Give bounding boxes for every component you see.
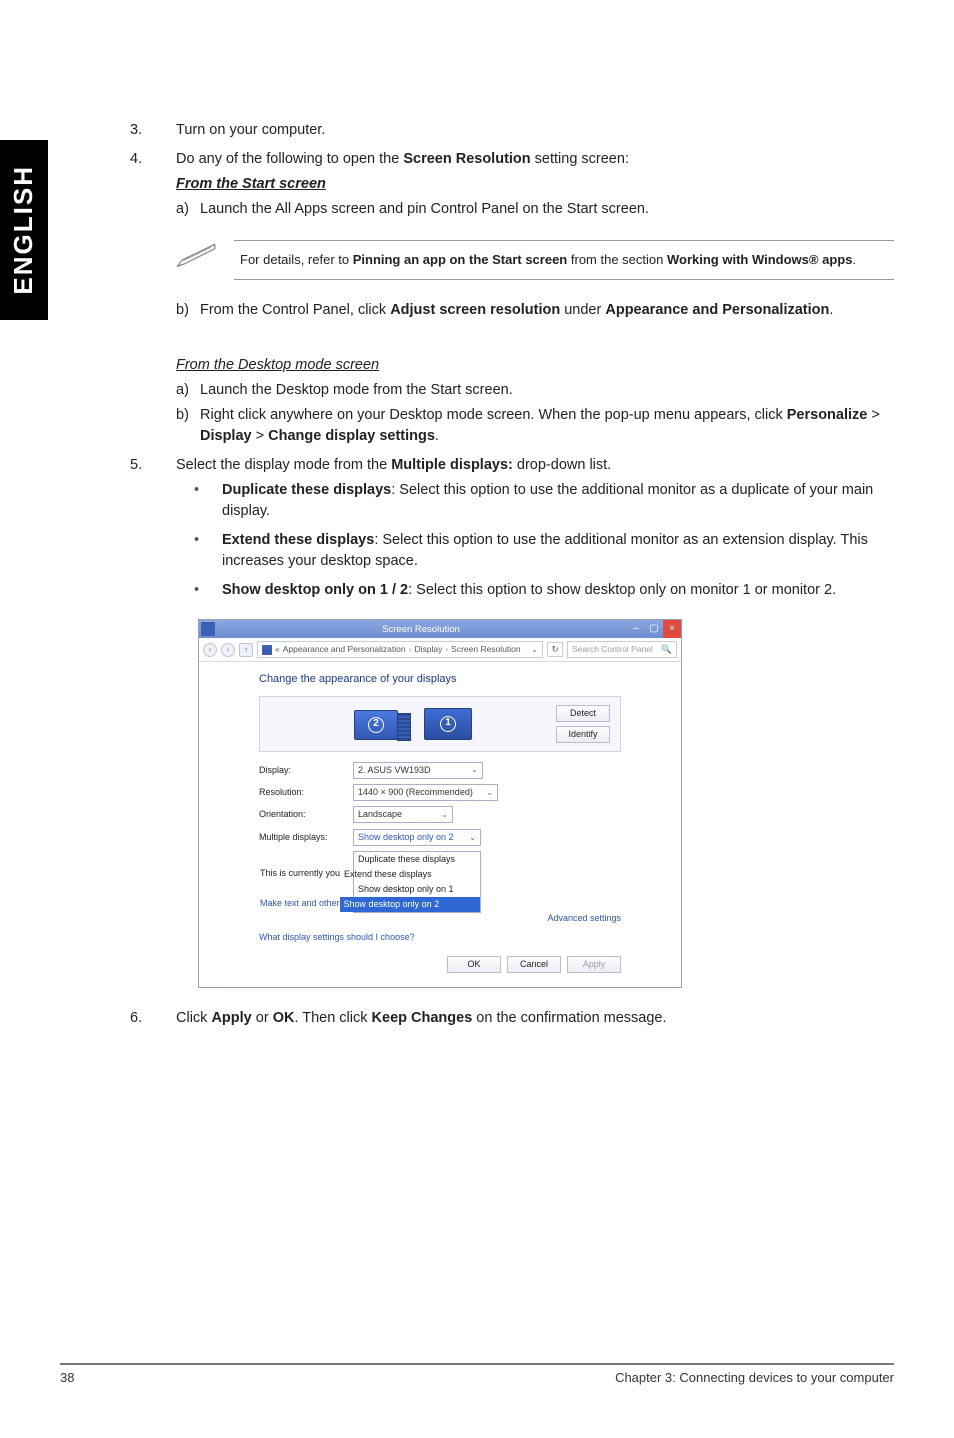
step-5-intro: Select the display mode from the Multipl… bbox=[176, 455, 894, 476]
note-box: For details, refer to Pinning an app on … bbox=[234, 240, 894, 280]
orientation-label: Orientation: bbox=[259, 808, 353, 821]
step-3-text: Turn on your computer. bbox=[176, 120, 894, 141]
panel-heading: Change the appearance of your displays bbox=[259, 672, 621, 688]
search-input[interactable]: Search Control Panel 🔍 bbox=[567, 641, 677, 657]
resolution-label: Resolution: bbox=[259, 786, 353, 799]
from-desktop-heading: From the Desktop mode screen bbox=[176, 355, 894, 376]
bullet-icon: • bbox=[176, 580, 222, 601]
make-text-link[interactable]: Make text and other bbox=[260, 897, 340, 912]
breadcrumb[interactable]: « Appearance and Personalization› Displa… bbox=[257, 641, 543, 657]
monitor-1[interactable]: 1 bbox=[424, 708, 472, 740]
dd-option-extend[interactable]: Extend these displays bbox=[340, 867, 480, 882]
step-4b-label: b) bbox=[176, 300, 200, 321]
close-button[interactable]: × bbox=[663, 620, 681, 638]
cancel-button[interactable]: Cancel bbox=[507, 956, 561, 973]
language-tab: ENGLISH bbox=[0, 140, 48, 320]
minimize-button[interactable]: – bbox=[627, 620, 645, 638]
bullet-3: Show desktop only on 1 / 2: Select this … bbox=[222, 580, 836, 601]
bullet-icon: • bbox=[176, 530, 222, 572]
step-4-number: 4. bbox=[130, 149, 176, 224]
bullet-2: Extend these displays: Select this optio… bbox=[222, 530, 894, 572]
window-title: Screen Resolution bbox=[215, 623, 627, 637]
step-4db-text: Right click anywhere on your Desktop mod… bbox=[200, 405, 894, 447]
step-4b-text: From the Control Panel, click Adjust scr… bbox=[200, 300, 833, 321]
step-6-number: 6. bbox=[130, 1008, 176, 1029]
chevron-down-icon: ⌄ bbox=[486, 787, 493, 799]
step-4da-label: a) bbox=[176, 380, 200, 401]
nav-up-button[interactable]: ↑ bbox=[239, 643, 253, 657]
language-label: ENGLISH bbox=[5, 165, 43, 295]
search-icon: 🔍 bbox=[661, 643, 672, 655]
step-6-text: Click Apply or OK. Then click Keep Chang… bbox=[176, 1008, 894, 1029]
control-panel-icon bbox=[262, 645, 272, 655]
window-titlebar[interactable]: Screen Resolution – ▢ × bbox=[199, 620, 681, 638]
step-5-number: 5. bbox=[130, 455, 176, 609]
display-select[interactable]: 2. ASUS VW193D⌄ bbox=[353, 762, 483, 779]
monitor-2[interactable]: 2 bbox=[354, 710, 398, 740]
main-display-text: This is currently you bbox=[260, 867, 340, 882]
screen-resolution-window: Screen Resolution – ▢ × ‹ › ↑ « Appearan… bbox=[198, 619, 682, 988]
apply-button[interactable]: Apply bbox=[567, 956, 621, 973]
nav-forward-button[interactable]: › bbox=[221, 643, 235, 657]
window-icon bbox=[201, 622, 215, 636]
step-4a-label: a) bbox=[176, 199, 200, 220]
page-number: 38 bbox=[60, 1369, 74, 1388]
multiple-displays-label: Multiple displays: bbox=[259, 831, 353, 844]
maximize-button[interactable]: ▢ bbox=[645, 620, 663, 638]
orientation-select[interactable]: Landscape⌄ bbox=[353, 806, 453, 823]
multiple-displays-dropdown[interactable]: Duplicate these displays This is current… bbox=[353, 851, 481, 913]
dd-option-duplicate[interactable]: Duplicate these displays bbox=[354, 852, 480, 867]
what-settings-link[interactable]: What display settings should I choose? bbox=[259, 931, 621, 944]
step-4a-text: Launch the All Apps screen and pin Contr… bbox=[200, 199, 649, 220]
identify-button[interactable]: Identify bbox=[556, 726, 610, 743]
advanced-settings-link[interactable]: Advanced settings bbox=[547, 912, 621, 925]
refresh-button[interactable]: ↻ bbox=[547, 642, 563, 656]
chevron-down-icon[interactable]: ⌄ bbox=[531, 644, 538, 656]
from-start-heading: From the Start screen bbox=[176, 174, 894, 195]
step-4da-text: Launch the Desktop mode from the Start s… bbox=[200, 380, 513, 401]
dd-option-only2[interactable]: Show desktop only on 2 bbox=[340, 897, 480, 912]
step-4db-label: b) bbox=[176, 405, 200, 447]
detect-button[interactable]: Detect bbox=[556, 705, 610, 722]
chevron-down-icon: ⌄ bbox=[469, 832, 476, 844]
dd-option-only1[interactable]: Show desktop only on 1 bbox=[354, 882, 480, 897]
nav-back-button[interactable]: ‹ bbox=[203, 643, 217, 657]
ok-button[interactable]: OK bbox=[447, 956, 501, 973]
chevron-down-icon: ⌄ bbox=[441, 809, 448, 821]
bullet-icon: • bbox=[176, 480, 222, 522]
chapter-title: Chapter 3: Connecting devices to your co… bbox=[615, 1369, 894, 1388]
step-4-intro: Do any of the following to open the Scre… bbox=[176, 149, 894, 170]
pencil-icon bbox=[176, 240, 216, 277]
display-label: Display: bbox=[259, 764, 353, 777]
step-3-number: 3. bbox=[130, 120, 176, 141]
bullet-1: Duplicate these displays: Select this op… bbox=[222, 480, 894, 522]
monitor-preview[interactable]: 2 1 Detect Identify bbox=[259, 696, 621, 752]
resolution-select[interactable]: 1440 × 900 (Recommended)⌄ bbox=[353, 784, 498, 801]
multiple-displays-select[interactable]: Show desktop only on 2⌄ bbox=[353, 829, 481, 846]
chevron-down-icon: ⌄ bbox=[471, 764, 478, 776]
